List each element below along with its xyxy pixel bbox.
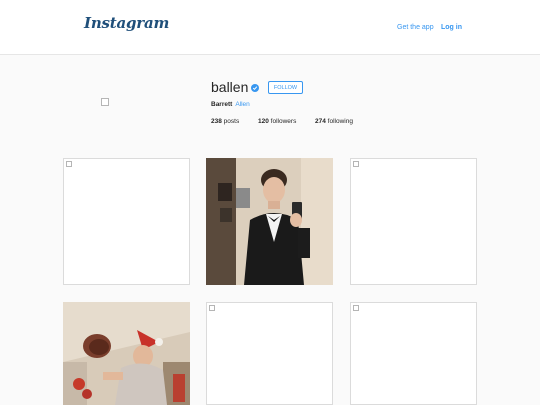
- post-tile[interactable]: [206, 158, 333, 285]
- post-tile[interactable]: [63, 302, 190, 405]
- verified-badge-icon: [251, 84, 259, 92]
- post-tile[interactable]: [350, 302, 477, 405]
- broken-image-icon: [66, 161, 72, 167]
- following-label: following: [327, 118, 353, 125]
- broken-image-icon: [353, 305, 359, 311]
- following-stat[interactable]: 274 following: [315, 118, 353, 125]
- posts-label: posts: [223, 118, 240, 125]
- followers-label: followers: [270, 118, 297, 125]
- following-count: 274: [315, 118, 326, 125]
- profile-avatar: [101, 98, 109, 106]
- posts-count: 238: [211, 118, 222, 125]
- log-in-link[interactable]: Log in: [441, 24, 462, 31]
- post-tile[interactable]: [206, 302, 333, 405]
- posts-stat: 238 posts: [211, 118, 239, 125]
- profile-full-name: Barrett Allen: [211, 101, 250, 108]
- follow-button[interactable]: FOLLOW: [268, 81, 303, 94]
- post-tile[interactable]: [350, 158, 477, 285]
- tuxedo-selfie-photo: [206, 158, 333, 285]
- instagram-logo[interactable]: Instagram: [84, 14, 169, 32]
- post-tile[interactable]: [63, 158, 190, 285]
- broken-image-icon: [209, 305, 215, 311]
- profile-username: ballen: [211, 79, 249, 95]
- broken-image-icon: [353, 161, 359, 167]
- followers-stat[interactable]: 120 followers: [258, 118, 296, 125]
- first-name: Barrett: [211, 101, 233, 108]
- santa-hat-photo: [63, 302, 190, 405]
- followers-count: 120: [258, 118, 269, 125]
- last-name: Allen: [235, 101, 250, 108]
- get-the-app-link[interactable]: Get the app: [397, 24, 434, 31]
- top-bar: Instagram Get the app Log in: [0, 0, 540, 55]
